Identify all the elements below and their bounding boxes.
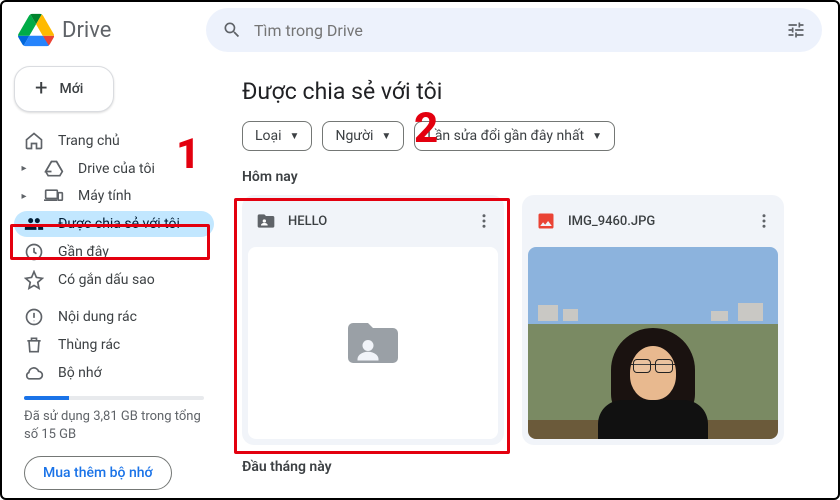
brand-name: Drive [62,18,111,43]
section-label-today: Hôm nay [242,169,818,185]
sidebar-item-recent[interactable]: Gần đây [14,239,214,265]
search-options-button[interactable] [778,12,814,48]
storage-bar [24,396,204,400]
chip-label: Lần sửa đổi gần đây nhất [427,128,584,144]
annotation-number-2: 2 [414,104,438,153]
trash-icon [24,335,44,355]
sidebar: + Mới Trang chủ ▸ Drive của tôi ▸ Máy tí… [2,58,222,498]
header: Drive [2,2,838,58]
drive-logo-icon [18,12,54,48]
main: Được chia sẻ với tôi Loại ▼ Người ▼ Lần sử… [222,58,838,498]
folder-large-icon [337,313,409,373]
sidebar-item-label: Máy tính [78,188,131,204]
storage-fill [24,396,69,400]
filter-chip-type[interactable]: Loại ▼ [242,121,312,151]
search-bar[interactable] [206,8,822,52]
drive-icon [44,159,64,179]
sidebar-item-label: Drive của tôi [78,161,155,177]
search-icon [222,20,242,40]
sidebar-item-label: Trang chủ [58,133,120,149]
card-menu-button[interactable] [750,207,778,235]
people-icon [24,214,44,234]
tune-icon [786,20,806,40]
storage-text: Đã sử dụng 3,81 GB trong tổng số 15 GB [24,408,204,444]
caret-down-icon: ▼ [290,131,300,142]
more-vert-icon [755,212,773,230]
new-button-label: Mới [59,81,83,97]
page-title: Được chia sẻ với tôi [242,78,818,105]
sidebar-item-starred[interactable]: Có gắn dấu sao [14,267,214,293]
caret-down-icon: ▼ [592,131,602,142]
card-header: IMG_9460.JPG [522,195,784,247]
sidebar-item-trash[interactable]: Thùng rác [14,332,214,358]
card-preview [248,247,498,439]
sidebar-item-spam[interactable]: Nội dung rác [14,304,214,330]
devices-icon [44,186,64,206]
star-icon [24,270,44,290]
clock-icon [24,242,44,262]
shared-folder-icon [256,211,276,231]
card-header: HELLO [242,195,504,247]
caret-down-icon: ▼ [381,131,391,142]
file-card-image[interactable]: IMG_9460.JPG [522,195,784,445]
sidebar-item-storage[interactable]: Bộ nhớ [14,360,214,386]
sidebar-item-shared[interactable]: Được chia sẻ với tôi [14,211,214,237]
sidebar-item-computers[interactable]: ▸ Máy tính [14,184,214,210]
file-card-folder[interactable]: HELLO [242,195,504,445]
sidebar-item-label: Gần đây [58,244,109,260]
card-menu-button[interactable] [470,207,498,235]
new-button[interactable]: + Mới [14,66,114,112]
filter-chip-modified[interactable]: Lần sửa đổi gần đây nhất ▼ [414,121,615,151]
sidebar-item-label: Bộ nhớ [58,365,102,381]
filter-bar: Loại ▼ Người ▼ Lần sửa đổi gần đây nhất ▼ [242,121,818,151]
chip-label: Người [335,128,373,144]
sidebar-item-label: Có gắn dấu sao [58,272,155,288]
sidebar-item-label: Nội dung rác [58,309,137,325]
photo-thumbnail [528,247,778,439]
plus-icon: + [35,82,47,96]
buy-storage-button[interactable]: Mua thêm bộ nhớ [24,456,172,490]
sidebar-item-label: Thùng rác [58,337,120,353]
chevron-right-icon: ▸ [18,191,30,202]
sidebar-item-label: Được chia sẻ với tôi [58,216,180,232]
storage-widget: Đã sử dụng 3,81 GB trong tổng số 15 GB M… [14,396,214,490]
chip-label: Loại [255,128,282,144]
section-label-earlier: Đầu tháng này [242,459,818,475]
cloud-icon [24,363,44,383]
brand[interactable]: Drive [18,12,198,48]
card-preview [528,247,778,439]
image-icon [536,211,556,231]
card-title: IMG_9460.JPG [568,214,738,229]
home-icon [24,131,44,151]
more-vert-icon [475,212,493,230]
search-input[interactable] [242,21,778,40]
spam-icon [24,307,44,327]
card-title: HELLO [288,214,458,229]
annotation-number-1: 1 [176,130,200,179]
filter-chip-people[interactable]: Người ▼ [322,121,404,151]
file-grid: HELLO IMG_9460.JPG [242,195,818,445]
app-root: Drive + Mới Trang chủ ▸ Drive củ [2,2,838,498]
chevron-right-icon: ▸ [18,163,30,174]
